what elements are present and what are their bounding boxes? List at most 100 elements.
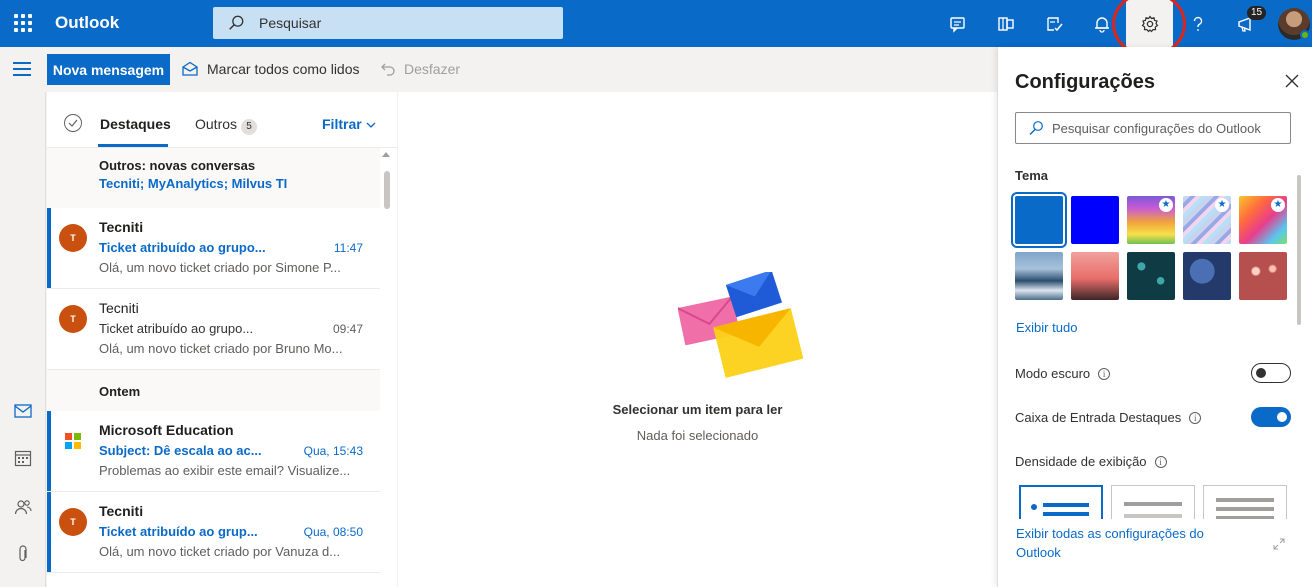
left-rail: [0, 92, 46, 587]
presence-indicator: [1300, 30, 1310, 40]
sender-avatar: T: [59, 224, 87, 252]
list-item[interactable]: T Tecniti Ticket atribuído ao grupo... 1…: [47, 208, 380, 289]
tab-other[interactable]: Outros 5: [195, 116, 258, 135]
dark-mode-toggle[interactable]: [1251, 363, 1291, 383]
theme-palm-sunset[interactable]: [1071, 252, 1119, 300]
theme-circuit[interactable]: [1127, 252, 1175, 300]
message-subject: Ticket atribuído ao grup...: [99, 524, 258, 539]
theme-mountain[interactable]: [1015, 252, 1063, 300]
dark-mode-row: Modo escuro i: [1015, 366, 1111, 381]
density-row: Densidade de exibição i: [1015, 454, 1167, 469]
search-icon: [1029, 121, 1043, 135]
other-conversations-notice[interactable]: Outros: novas conversas Tecniti; MyAnaly…: [47, 148, 380, 208]
message-preview: Problemas ao exibir este email? Visualiz…: [99, 463, 351, 478]
sender-name: Tecniti: [99, 503, 144, 519]
density-option-full[interactable]: [1019, 485, 1103, 521]
message-preview: Olá, um novo ticket criado por Bruno Mo.…: [99, 341, 343, 356]
popout-icon[interactable]: [1272, 537, 1286, 551]
list-item[interactable]: T Tecniti Ticket atribuído ao grupo... 0…: [47, 289, 380, 370]
density-option-compact[interactable]: [1203, 485, 1287, 521]
help-icon[interactable]: [1182, 8, 1214, 40]
calendar-icon[interactable]: [13, 448, 33, 468]
focused-inbox-label: Caixa de Entrada Destaques: [1015, 410, 1182, 425]
search-icon: [229, 15, 244, 30]
reading-pane-title: Selecionar um item para ler: [612, 402, 783, 417]
settings-scrollbar-thumb[interactable]: [1297, 175, 1301, 325]
message-time: Qua, 08:50: [303, 525, 363, 539]
premium-star-icon: ★: [1271, 198, 1285, 212]
info-icon[interactable]: i: [1189, 411, 1202, 424]
info-icon[interactable]: i: [1154, 455, 1167, 468]
search-placeholder: Pesquisar: [259, 15, 322, 31]
people-icon[interactable]: [13, 497, 33, 517]
settings-search-input[interactable]: Pesquisar configurações do Outlook: [1015, 112, 1291, 144]
active-tab-indicator: [98, 144, 168, 147]
list-item[interactable]: T Tecniti Ticket atribuído ao grup... Qu…: [47, 492, 380, 573]
focused-inbox-toggle[interactable]: [1251, 407, 1291, 427]
search-box[interactable]: Pesquisar: [213, 7, 563, 39]
message-subject: Ticket atribuído ao grupo...: [99, 321, 254, 336]
app-launcher-icon[interactable]: [14, 14, 32, 32]
new-message-button[interactable]: Nova mensagem: [47, 54, 170, 85]
checkmark-icon: [68, 119, 78, 127]
menu-icon[interactable]: [13, 62, 31, 76]
undo-label: Desfazer: [404, 61, 461, 77]
top-bar: Outlook Pesquisar 15: [0, 0, 1312, 57]
group-header-yesterday: Ontem: [47, 370, 380, 411]
premium-star-icon: ★: [1159, 198, 1173, 212]
message-time: Qua, 15:43: [303, 444, 363, 458]
other-count-badge: 5: [241, 119, 258, 135]
theme-colorful-art[interactable]: ★: [1239, 196, 1287, 244]
select-all-checkbox[interactable]: [64, 114, 82, 132]
attachment-icon[interactable]: [13, 544, 33, 564]
reading-pane-subtitle: Nada foi selecionado: [636, 428, 759, 443]
sender-avatar: T: [59, 508, 87, 536]
scrollbar-thumb[interactable]: [384, 171, 390, 209]
office-apps-icon[interactable]: [990, 8, 1022, 40]
message-preview: Olá, um novo ticket criado por Simone P.…: [99, 260, 341, 275]
sender-avatar: T: [59, 305, 87, 333]
teams-chat-icon[interactable]: [942, 8, 974, 40]
command-bar: Nova mensagem Marcar todos como lidos De…: [0, 47, 997, 92]
message-time: 11:47: [333, 241, 363, 255]
undo-icon: [381, 63, 395, 76]
theme-bright-blue[interactable]: [1071, 196, 1119, 244]
message-preview: Olá, um novo ticket criado por Vanuza d.…: [99, 544, 341, 559]
scroll-up-arrow-icon[interactable]: [382, 152, 390, 157]
list-item[interactable]: Microsoft Education Subject: Dê escala a…: [47, 411, 380, 492]
message-list-scrollbar[interactable]: [380, 148, 397, 587]
settings-search-placeholder: Pesquisar configurações do Outlook: [1052, 121, 1261, 136]
theme-label: Tema: [1015, 168, 1048, 183]
reading-pane: Selecionar um item para ler Nada foi sel…: [398, 92, 997, 587]
theme-bokeh-red[interactable]: [1239, 252, 1287, 300]
sender-name: Microsoft Education: [99, 422, 234, 438]
todo-icon[interactable]: [1038, 8, 1070, 40]
envelope-open-icon: [182, 61, 198, 76]
theme-blue-selected[interactable]: [1011, 192, 1067, 248]
view-all-settings-link[interactable]: Exibir todas as configurações do Outlook: [1016, 524, 1246, 562]
message-time: 09:47: [332, 322, 363, 336]
info-icon[interactable]: i: [1098, 367, 1111, 380]
microsoft-logo-icon: [65, 433, 81, 449]
chevron-down-icon: [366, 122, 376, 128]
other-conversations-senders: Tecniti; MyAnalytics; Milvus TI: [99, 176, 288, 191]
show-all-themes-link[interactable]: Exibir tudo: [1016, 320, 1077, 335]
mail-icon[interactable]: [13, 401, 33, 421]
density-option-medium[interactable]: [1111, 485, 1195, 521]
dark-mode-label: Modo escuro: [1015, 366, 1091, 381]
other-conversations-title: Outros: novas conversas: [99, 158, 256, 173]
envelopes-illustration: [678, 272, 803, 378]
sender-name: Tecniti: [99, 219, 144, 235]
theme-blueprint[interactable]: [1183, 252, 1231, 300]
undo-button[interactable]: Desfazer: [380, 61, 460, 77]
theme-pastel-lines[interactable]: ★: [1183, 196, 1231, 244]
inbox-tabs: Destaques Outros 5 Filtrar: [47, 92, 397, 148]
mark-all-read-button[interactable]: Marcar todos como lidos: [181, 61, 360, 77]
app-name[interactable]: Outlook: [55, 13, 119, 33]
filter-label: Filtrar: [322, 116, 362, 132]
settings-footer: Exibir todas as configurações do Outlook: [998, 519, 1312, 587]
theme-rainbow[interactable]: ★: [1127, 196, 1175, 244]
close-icon[interactable]: [1284, 73, 1300, 89]
filter-button[interactable]: Filtrar: [322, 116, 376, 132]
tab-focused[interactable]: Destaques: [100, 116, 171, 132]
